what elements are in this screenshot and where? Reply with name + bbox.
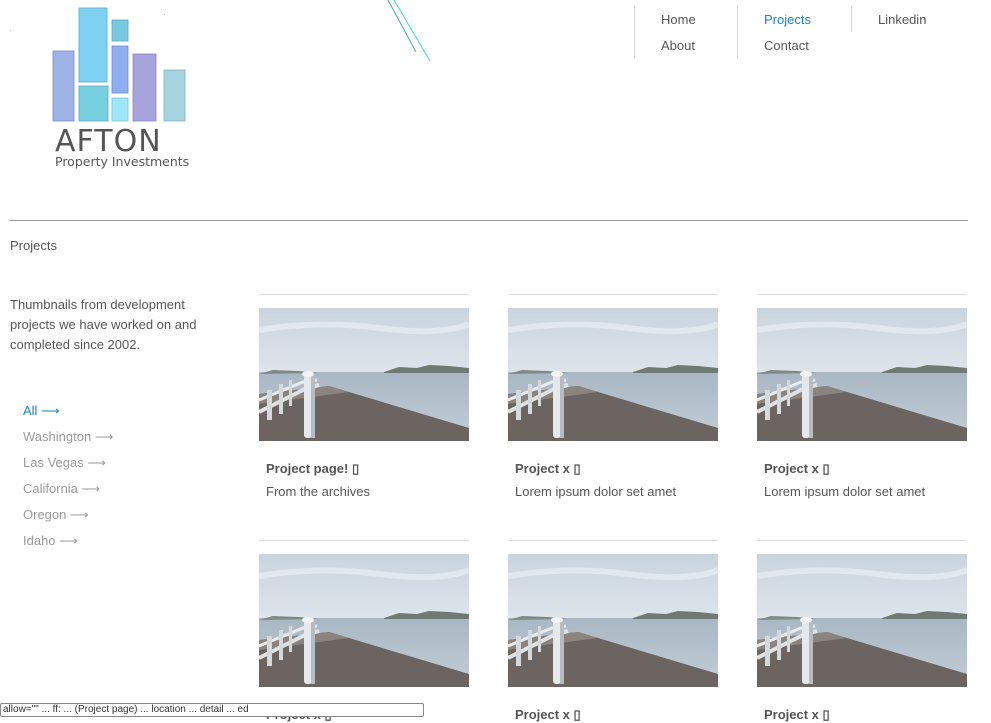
nav-projects-link[interactable]: Projects xyxy=(764,12,811,27)
filter-washington[interactable]: Washington ⟶ xyxy=(23,424,113,450)
nav-about-link[interactable]: About xyxy=(661,38,695,53)
project-card[interactable]: Project x ▯ xyxy=(757,540,967,722)
card-divider xyxy=(508,540,718,541)
pier-photo-thumbnail[interactable] xyxy=(508,308,718,441)
pier-photo-thumbnail[interactable] xyxy=(259,554,469,687)
project-title[interactable]: Project x ▯ xyxy=(764,707,830,723)
pier-photo-thumbnail[interactable] xyxy=(259,308,469,441)
page-title: Projects xyxy=(10,238,57,253)
location-filter-list: All ⟶ Washington ⟶ Las Vegas ⟶ Californi… xyxy=(23,398,113,554)
pier-photo-icon xyxy=(757,554,967,687)
pier-photo-thumbnail[interactable] xyxy=(757,554,967,687)
project-card[interactable]: Project x ▯ Lorem ipsum dolor set amet xyxy=(508,294,718,514)
project-card[interactable]: Project x ▯ Lorem ipsum dolor set amet xyxy=(757,294,967,514)
project-card[interactable]: Project x ▯ xyxy=(259,540,469,722)
filter-las-vegas[interactable]: Las Vegas ⟶ xyxy=(23,450,113,476)
project-description: Lorem ipsum dolor set amet xyxy=(515,484,677,499)
project-description: Lorem ipsum dolor set amet xyxy=(764,484,926,499)
project-title[interactable]: Project x ▯ xyxy=(515,707,581,723)
project-card[interactable]: Project page! ▯ From the archives xyxy=(259,294,469,514)
card-divider xyxy=(508,294,718,295)
filter-oregon[interactable]: Oregon ⟶ xyxy=(23,502,113,528)
pier-photo-thumbnail[interactable] xyxy=(757,308,967,441)
project-title[interactable]: Project x ▯ xyxy=(764,461,830,477)
pier-photo-thumbnail[interactable] xyxy=(508,554,718,687)
card-divider xyxy=(259,294,469,295)
card-divider xyxy=(757,294,967,295)
header-divider xyxy=(10,220,968,221)
filter-idaho[interactable]: Idaho ⟶ xyxy=(23,528,113,554)
filter-all[interactable]: All ⟶ xyxy=(23,398,113,424)
nav-divider xyxy=(634,6,635,58)
project-card[interactable]: Project x ▯ xyxy=(508,540,718,722)
nav-contact-link[interactable]: Contact xyxy=(764,38,809,53)
pier-photo-icon xyxy=(259,308,469,441)
project-title[interactable]: Project x ▯ xyxy=(515,461,581,477)
pier-photo-icon xyxy=(757,308,967,441)
nav-divider xyxy=(737,6,738,58)
main-nav: Home About Projects Contact Linkedin xyxy=(0,6,991,60)
status-tooltip-bar: allow="" ... ff: ... (Project page) ... … xyxy=(0,703,424,717)
card-divider xyxy=(757,540,967,541)
card-divider xyxy=(259,540,469,541)
project-title[interactable]: Project page! ▯ xyxy=(266,461,359,477)
logo-tagline: Property Investments xyxy=(55,154,190,169)
pier-photo-icon xyxy=(508,554,718,687)
pier-photo-icon xyxy=(259,554,469,687)
nav-divider xyxy=(851,6,852,32)
nav-home-link[interactable]: Home xyxy=(661,12,696,27)
project-description: From the archives xyxy=(266,484,371,499)
nav-linkedin-link[interactable]: Linkedin xyxy=(878,12,926,27)
pier-photo-icon xyxy=(508,308,718,441)
page-intro: Thumbnails from development projects we … xyxy=(10,297,197,352)
filter-california[interactable]: California ⟶ xyxy=(23,476,113,502)
